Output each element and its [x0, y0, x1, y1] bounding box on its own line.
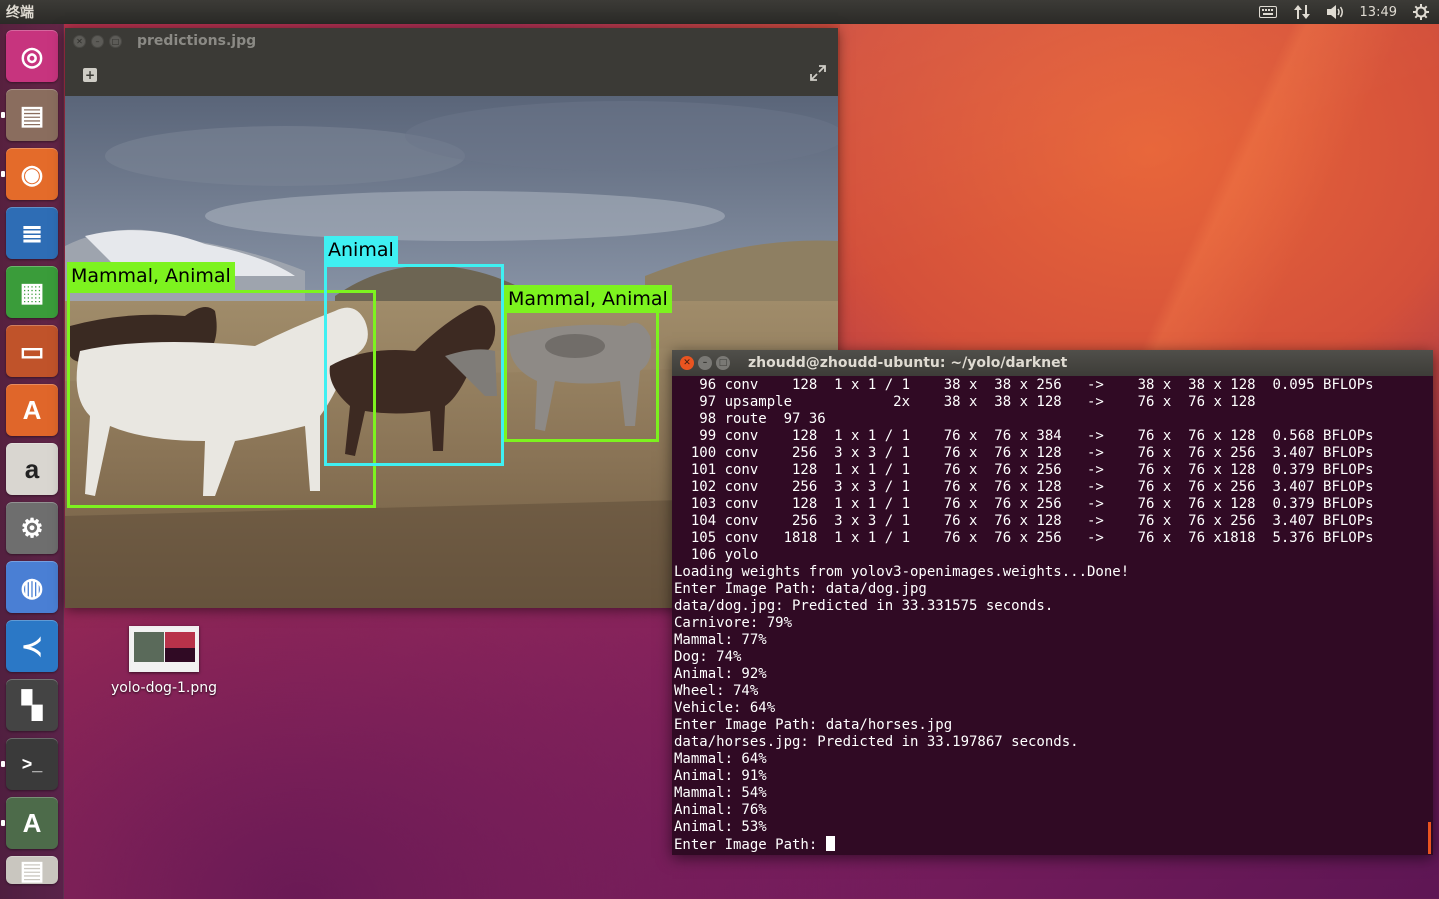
launcher-item-terminal[interactable]: >_: [1, 738, 58, 790]
detection-label-3: Mammal, Animal: [504, 285, 672, 313]
detection-label-2: Animal: [324, 236, 398, 264]
clock[interactable]: 13:49: [1360, 5, 1397, 20]
impress-slide-icon: ▭: [19, 335, 45, 366]
viewer-titlebar[interactable]: ✕ – □ predictions.jpg: [65, 28, 838, 54]
running-indicator: [1, 761, 5, 767]
launcher-item-office-suite[interactable]: ▚: [6, 679, 58, 731]
minimize-icon[interactable]: –: [698, 356, 712, 370]
desktop-file-icon[interactable]: yolo-dog-1.png: [108, 626, 220, 696]
running-indicator: [1, 171, 5, 177]
terminal-line: Loading weights from yolov3-openimages.w…: [674, 564, 1130, 580]
updater-icon: A: [22, 807, 42, 838]
file-cabinet-icon: ▤: [19, 99, 45, 130]
terminal-line: Enter Image Path: data/dog.jpg: [674, 581, 927, 597]
maximize-icon[interactable]: □: [109, 34, 122, 48]
launcher-item-chromium[interactable]: ◍: [6, 561, 58, 613]
terminal-line: 97 upsample 2x 38 x 38 x 128 -> 76 x 76 …: [674, 394, 1256, 410]
terminal-window: ✕ – □ zhoudd@zhoudd-ubuntu: ~/yolo/darkn…: [672, 350, 1433, 855]
power-gear-icon[interactable]: [1411, 3, 1431, 21]
terminal-line: Vehicle: 64%: [674, 700, 776, 716]
writer-doc-icon: ≣: [21, 217, 43, 248]
terminal-line: Mammal: 54%: [674, 785, 767, 801]
desktop-file-label: yolo-dog-1.png: [110, 680, 217, 696]
keyboard-icon[interactable]: [1258, 3, 1278, 21]
terminal-line: Wheel: 74%: [674, 683, 759, 699]
launcher-item-amazon[interactable]: a: [6, 443, 58, 495]
terminal-line: 98 route 97 36: [674, 411, 826, 427]
minimize-icon[interactable]: –: [91, 34, 104, 48]
viewer-toolbar: +: [65, 54, 838, 96]
terminal-line: Animal: 91%: [674, 768, 767, 784]
terminal-scrollbar[interactable]: [1428, 822, 1431, 854]
terminal-line: Animal: 76%: [674, 802, 767, 818]
terminal-title: zhoudd@zhoudd-ubuntu: ~/yolo/darknet: [748, 355, 1068, 371]
terminal-output[interactable]: 96 conv 128 1 x 1 / 1 38 x 38 x 256 -> 3…: [674, 377, 1427, 855]
terminal-line: data/horses.jpg: Predicted in 33.197867 …: [674, 734, 1079, 750]
launcher-item-libreoffice-writer[interactable]: ≣: [6, 207, 58, 259]
launcher-item-firefox[interactable]: ◉: [1, 148, 58, 200]
software-bag-icon: A: [22, 394, 42, 425]
text-cursor: [825, 836, 835, 851]
terminal-line: Mammal: 64%: [674, 751, 767, 767]
launcher-item-ubuntu-dash[interactable]: ◎: [6, 30, 58, 82]
ubuntu-logo-icon: ◎: [20, 40, 44, 71]
firefox-icon: ◉: [20, 158, 44, 189]
launcher-item-ubuntu-software[interactable]: A: [6, 384, 58, 436]
launcher-item-system-settings[interactable]: ⚙: [6, 502, 58, 554]
calc-sheet-icon: ▦: [19, 276, 45, 307]
launcher-item-vscode[interactable]: ≺: [6, 620, 58, 672]
network-icon[interactable]: [1292, 3, 1312, 21]
detection-box-3: [504, 310, 659, 442]
add-icon[interactable]: +: [83, 68, 97, 82]
volume-icon[interactable]: [1326, 3, 1346, 21]
terminal-line: Animal: 53%: [674, 819, 767, 835]
terminal-prompt: Enter Image Path:: [674, 837, 826, 853]
terminal-line: Dog: 74%: [674, 649, 742, 665]
chromium-icon: ◍: [20, 571, 44, 602]
launcher: ◎ ▤ ◉ ≣ ▦ ▭ Aa ⚙ ◍ ≺ ▚ >_ A ▤: [0, 24, 64, 899]
viewer-title: predictions.jpg: [137, 33, 257, 49]
terminal-line: 103 conv 128 1 x 1 / 1 76 x 76 x 256 -> …: [674, 496, 1374, 512]
terminal-line: 105 conv 1818 1 x 1 / 1 76 x 76 x 256 ->…: [674, 530, 1374, 546]
terminal-line: 106 yolo: [674, 547, 759, 563]
terminal-line: Carnivore: 79%: [674, 615, 793, 631]
terminal-line: 101 conv 128 1 x 1 / 1 76 x 76 x 256 -> …: [674, 462, 1374, 478]
close-icon[interactable]: ✕: [73, 34, 86, 48]
amazon-icon: a: [24, 453, 40, 484]
settings-wrench-icon: ⚙: [20, 512, 44, 543]
terminal-prompt-line[interactable]: Enter Image Path:: [674, 836, 1427, 854]
terminal-line: 102 conv 256 3 x 3 / 1 76 x 76 x 128 -> …: [674, 479, 1374, 495]
vscode-icon: ≺: [21, 630, 43, 661]
fullscreen-icon[interactable]: [810, 64, 826, 86]
png-thumbnail-icon: [129, 626, 199, 672]
terminal-line: Mammal: 77%: [674, 632, 767, 648]
terminal-line: Animal: 92%: [674, 666, 767, 682]
terminal-line: data/dog.jpg: Predicted in 33.331575 sec…: [674, 598, 1054, 614]
launcher-item-document-viewer[interactable]: ▤: [6, 854, 58, 885]
detection-label-1: Mammal, Animal: [67, 262, 235, 290]
terminal-line: 104 conv 256 3 x 3 / 1 76 x 76 x 128 -> …: [674, 513, 1374, 529]
indicator-area: 13:49: [1258, 3, 1439, 21]
maximize-icon[interactable]: □: [716, 356, 730, 370]
terminal-line: 99 conv 128 1 x 1 / 1 76 x 76 x 384 -> 7…: [674, 428, 1374, 444]
running-indicator: [1, 112, 5, 118]
four-squares-icon: ▚: [22, 689, 42, 720]
launcher-item-files[interactable]: ▤: [1, 89, 58, 141]
launcher-item-libreoffice-impress[interactable]: ▭: [6, 325, 58, 377]
launcher-item-libreoffice-calc[interactable]: ▦: [6, 266, 58, 318]
terminal-line: 96 conv 128 1 x 1 / 1 38 x 38 x 256 -> 3…: [674, 377, 1374, 393]
launcher-item-software-updater[interactable]: A: [1, 797, 58, 849]
terminal-titlebar[interactable]: ✕ – □ zhoudd@zhoudd-ubuntu: ~/yolo/darkn…: [672, 350, 1433, 376]
active-app-title: 终端: [6, 5, 34, 21]
terminal-icon: >_: [21, 753, 43, 774]
wallpaper-rays: [840, 24, 1439, 354]
running-indicator: [1, 820, 5, 826]
terminal-line: 100 conv 256 3 x 3 / 1 76 x 76 x 128 -> …: [674, 445, 1374, 461]
detection-box-2: [324, 264, 504, 466]
terminal-line: Enter Image Path: data/horses.jpg: [674, 717, 953, 733]
close-icon[interactable]: ✕: [680, 356, 694, 370]
top-panel: 终端 13:49: [0, 0, 1439, 24]
documents-stack-icon: ▤: [19, 854, 45, 885]
